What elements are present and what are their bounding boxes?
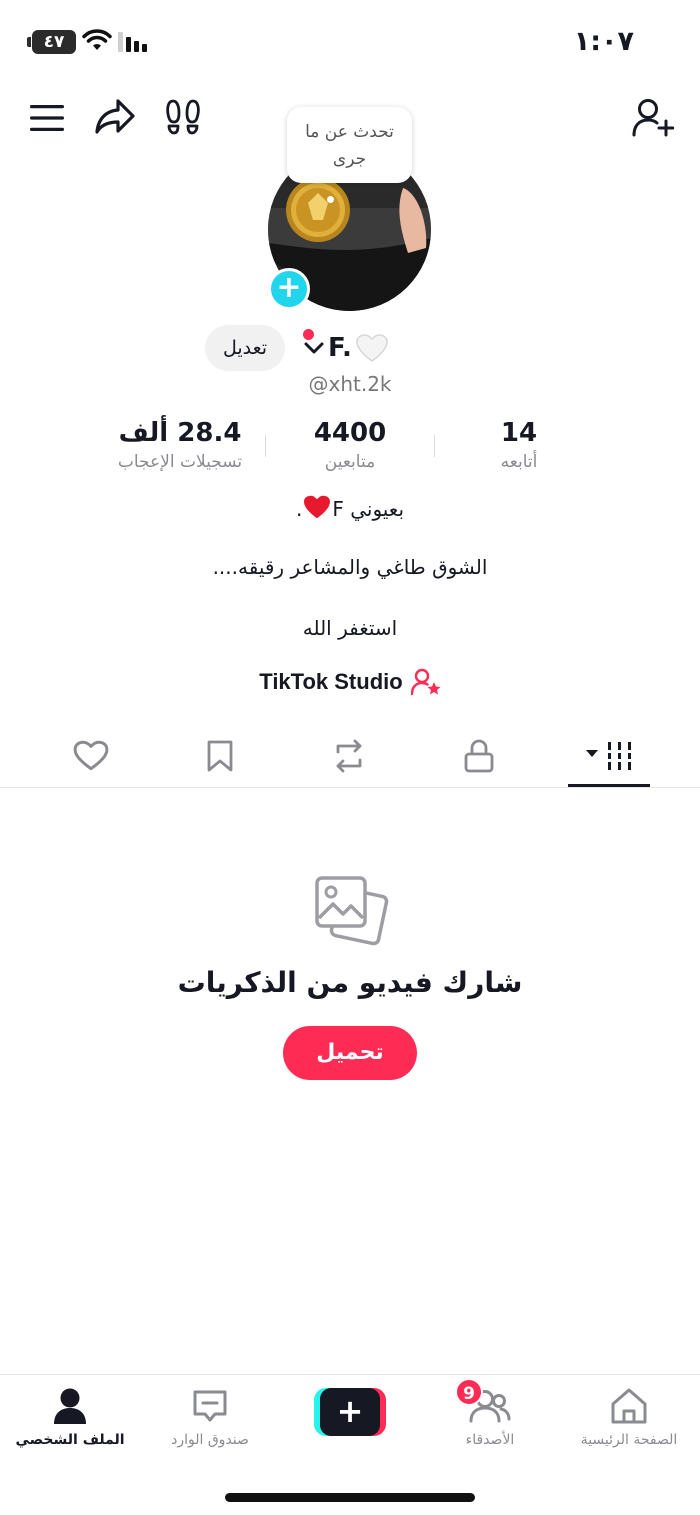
reposts-tab[interactable] <box>324 736 374 776</box>
profile-icon <box>54 1388 86 1424</box>
nav-profile[interactable]: الملف الشخصي <box>5 1384 135 1448</box>
footprints-icon[interactable] <box>164 98 202 136</box>
tabs-divider <box>0 787 700 788</box>
add-friend-icon[interactable] <box>632 98 674 138</box>
empty-state-title: شارك فيديو من الذكريات <box>177 966 523 999</box>
nav-inbox[interactable]: صندوق الوارد <box>145 1384 275 1448</box>
tiktok-studio-label: TikTok Studio <box>259 669 403 694</box>
bio-line-2: الشوق طاغي والمشاعر رقيقه.... <box>212 555 488 579</box>
friends-badge: 9 <box>455 1378 483 1406</box>
grid-dropdown-icon <box>586 742 631 770</box>
private-videos-tab[interactable] <box>454 736 504 776</box>
likes-stat[interactable]: 28.4 ألف تسجيلات الإعجاب <box>100 418 260 472</box>
repost-icon <box>336 739 362 773</box>
following-count: 14 <box>500 418 538 448</box>
bookmark-icon <box>207 740 233 772</box>
red-heart-icon <box>304 495 331 519</box>
inbox-icon <box>193 1390 227 1422</box>
likes-label: تسجيلات الإعجاب <box>117 452 243 472</box>
cellular-signal-icon <box>118 32 147 52</box>
bio-line-3: استغفر الله <box>302 616 398 640</box>
battery-indicator: ٤٧ <box>32 30 76 54</box>
add-avatar-button[interactable]: + <box>268 268 310 310</box>
nav-home-label: الصفحة الرئيسية <box>580 1432 678 1448</box>
following-stat[interactable]: 14 أتابعه <box>439 418 599 472</box>
status-time: ١:٠٧ <box>573 26 634 57</box>
upload-button[interactable]: تحميل <box>283 1026 417 1080</box>
share-icon[interactable] <box>94 98 136 136</box>
create-button[interactable]: + <box>314 1388 386 1436</box>
followers-label: متابعين <box>324 452 376 472</box>
home-indicator[interactable] <box>225 1493 475 1502</box>
liked-videos-tab[interactable] <box>66 736 116 776</box>
battery-nub <box>27 37 31 47</box>
nav-friends-label: الأصدقاء <box>465 1432 515 1448</box>
speech-bubble-dot <box>327 196 334 203</box>
nav-home[interactable]: الصفحة الرئيسية <box>564 1384 694 1448</box>
edit-profile-button[interactable]: تعديل <box>205 325 285 371</box>
followers-stat[interactable]: 4400 متابعين <box>270 418 430 472</box>
stat-divider <box>265 435 266 457</box>
speech-bubble-note[interactable]: تحدث عن ما جرى <box>287 107 412 183</box>
home-icon <box>611 1388 647 1424</box>
nav-friends[interactable]: الأصدقاء <box>425 1384 555 1448</box>
wifi-icon <box>82 29 112 50</box>
stat-divider <box>434 435 435 457</box>
chevron-down-icon <box>304 342 324 354</box>
lock-icon <box>464 739 494 773</box>
bio-line-1-text: بعيوني F <box>332 497 405 521</box>
account-switcher[interactable]: F. <box>304 330 389 366</box>
nav-profile-label: الملف الشخصي <box>15 1432 125 1448</box>
creator-star-icon <box>410 668 441 696</box>
white-heart-icon <box>356 334 388 362</box>
nav-inbox-label: صندوق الوارد <box>171 1432 249 1448</box>
bio-line-1: بعيوني F. <box>0 494 700 521</box>
display-name: F. <box>328 333 352 363</box>
videos-grid-tab[interactable] <box>582 736 638 776</box>
tiktok-studio-link[interactable]: TikTok Studio <box>0 668 700 696</box>
heart-outline-icon <box>73 740 109 771</box>
username: @xht.2k <box>308 372 392 396</box>
favorites-tab[interactable] <box>195 736 245 776</box>
photos-icon <box>315 876 389 946</box>
bottom-nav-divider <box>0 1374 700 1375</box>
plus-icon: + <box>320 1388 380 1436</box>
menu-icon[interactable] <box>30 104 64 132</box>
followers-count: 4400 <box>313 418 387 448</box>
likes-count: 28.4 ألف <box>118 418 242 448</box>
following-label: أتابعه <box>500 452 538 472</box>
